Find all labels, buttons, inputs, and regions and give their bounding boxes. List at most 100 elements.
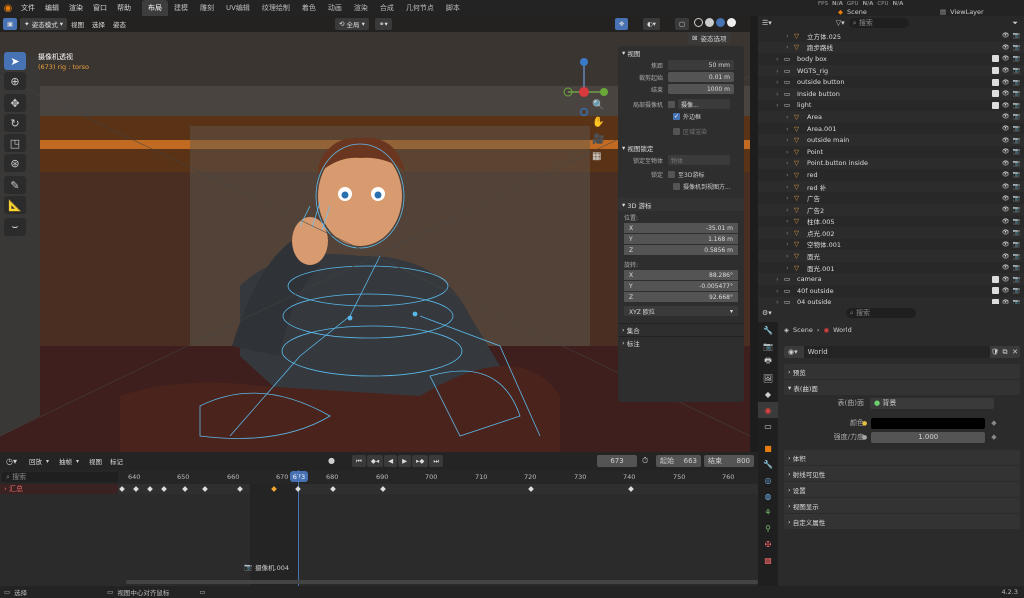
view-lock-section-header[interactable]: ▾ 视图锁定 [618,141,744,154]
measure-tool-icon[interactable]: 📐 [4,196,26,214]
outliner-search-input[interactable]: ⌕ 搜索 [848,18,909,28]
clock-icon[interactable]: ◷▾ [6,457,17,466]
3d-viewport[interactable]: ▣ ✦ 姿态模式 ▾ 视图 选择 姿态 ⟲ 全局 ▾ ⚭▾ ✥ ◐▾ ▢ ⊠ 姿… [0,16,750,452]
viewport-display-panel-header[interactable]: › 视图显示 [784,498,1020,513]
chevron-right-icon[interactable]: › [776,55,784,63]
camera-render-icon[interactable]: 📷 [1013,229,1020,236]
annotations-section-header[interactable]: › 标注 [618,336,744,349]
play-icon[interactable]: ▶ [398,455,412,467]
chevron-right-icon[interactable]: › [786,136,794,144]
eye-icon[interactable]: 👁 [1002,55,1010,62]
pose-options-button[interactable]: ⊠ 姿态选项 [688,32,731,44]
gizmo-toggle-icon[interactable]: ✥ [615,18,629,30]
eye-icon[interactable]: 👁 [1002,183,1010,190]
playhead-frame-badge[interactable]: 673 [290,471,308,482]
timeline-ruler[interactable]: ⌕ 搜索 640 650 660 670 680 690 700 710 720… [0,470,758,484]
local-camera-field[interactable]: 摄像... [678,99,730,109]
outliner-row[interactable]: › ▽ Point 👁 📷 [758,146,1024,158]
render-tab-icon[interactable]: 📷 [758,338,778,354]
view-section-header[interactable]: ▾ 视图 [618,46,744,59]
chevron-right-icon[interactable]: › [776,67,784,75]
chevron-right-icon[interactable]: › [776,78,784,86]
unlink-icon[interactable]: ✕ [1010,348,1020,356]
eye-icon[interactable]: 👁 [1002,229,1010,236]
outliner-row[interactable]: › ▽ Area 👁 📷 [758,111,1024,123]
tab-compositing[interactable]: 合成 [374,0,400,16]
bone-tab-icon[interactable]: ✠ [758,536,778,552]
pivot-icon[interactable]: ⚭▾ [375,18,392,30]
chevron-right-icon[interactable]: › [786,113,794,121]
outliner-row[interactable]: › ▽ 点光.002 👁 📷 [758,227,1024,239]
camera-render-icon[interactable]: 📷 [1013,253,1020,260]
cursor-rotation-x[interactable]: X 88.286° [624,270,738,281]
keyframe-dot-icon[interactable]: ◆ [991,433,996,441]
outliner-row[interactable]: › ▽ Point.button inside 👁 📷 [758,157,1024,170]
annotate-tool-icon[interactable]: ✎ [4,176,26,194]
camera-render-icon[interactable]: 📷 [1013,195,1020,202]
rendered-shading-icon[interactable] [727,18,736,27]
tool-tab-icon[interactable]: 🔧 [758,322,778,338]
duplicate-icon[interactable]: ⧉ [1000,348,1010,357]
xray-icon[interactable]: ▢ [675,18,690,30]
eye-icon[interactable]: 👁 [1002,241,1010,248]
cursor-section-header[interactable]: ▾ 3D 游标 [618,198,744,211]
next-keyframe-icon[interactable]: ▸◆ [412,455,429,467]
outliner-row[interactable]: › ▭ body box 👁 📷 [758,53,1024,65]
lock-camera-checkbox[interactable] [673,182,680,190]
eye-icon[interactable]: 👁 [1002,67,1010,74]
surface-panel-header[interactable]: ▾ 表(曲)面 [784,380,1020,395]
texture-tab-icon[interactable]: ▩ [758,552,778,568]
transform-tool-icon[interactable]: ⊛ [4,154,26,172]
menu-window[interactable]: 窗口 [88,3,112,13]
outliner-row[interactable]: › ▽ 面光.001 👁 📷 [758,262,1024,274]
eye-icon[interactable]: 👁 [1002,79,1010,86]
outliner-row[interactable]: › ▭ Inside button 👁 📷 [758,87,1024,100]
solid-shading-icon[interactable] [705,18,714,27]
tab-animation[interactable]: 动画 [322,0,348,16]
play-reverse-icon[interactable]: ◀ [384,455,398,467]
tab-sculpting[interactable]: 雕刻 [194,0,220,16]
cursor-location-y[interactable]: Y 1.168 m [624,234,738,245]
camera-render-icon[interactable]: 📷 [1013,160,1020,167]
overlay-toggle-icon[interactable]: ◐▾ [643,18,660,30]
chevron-right-icon[interactable]: › [776,101,784,109]
timeline-editor[interactable]: ◷▾ 回放 ▾ 抽帧 ▾ 视图 标记 ● ⏮ ◆◂ ◀ ▶ ▸◆ ⏭ 673 ⏱ 起… [0,452,758,586]
cursor-rotation-y[interactable]: Y -0.005477° [624,281,738,292]
outliner-row[interactable]: › ▽ red 补 👁 📷 [758,180,1024,193]
preview-panel-header[interactable]: › 预览 [784,364,1020,379]
move-tool-icon[interactable]: ✥ [4,94,26,112]
camera-render-icon[interactable]: 📷 [1013,32,1020,39]
camera-render-icon[interactable]: 📷 [1013,137,1020,144]
material-shading-icon[interactable] [716,18,725,27]
outliner-row[interactable]: › ▽ 广告2 👁 📷 [758,203,1024,216]
outliner-row[interactable]: › ▽ 立方体.025 👁 📷 [758,30,1024,42]
camera-render-icon[interactable]: 📷 [1013,79,1020,86]
collections-section-header[interactable]: › 集合 [618,323,744,336]
outliner-row[interactable]: › ▭ WGTS_rig 👁 📷 [758,64,1024,77]
outliner-editor-icon[interactable]: ☰▾ [762,19,772,27]
exclude-checkbox[interactable] [991,101,999,109]
eye-icon[interactable]: 👁 [1002,148,1010,155]
camera-render-icon[interactable]: 📷 [1013,264,1020,271]
world-datablock-selector[interactable]: ◉▾ World 🛡 ⧉ ✕ [784,346,1020,358]
chevron-right-icon[interactable]: › [776,275,784,283]
viewport-menu-view[interactable]: 视图 [67,19,88,29]
summary-channel[interactable]: › 汇总 [0,484,118,494]
jump-start-icon[interactable]: ⏮ [352,455,366,467]
timeline-search-input[interactable]: ⌕ 搜索 [2,472,118,482]
cursor-location-x[interactable]: X -35.01 m [624,223,738,234]
chevron-right-icon[interactable]: › [786,194,794,202]
chevron-right-icon[interactable]: › [776,287,784,295]
outliner-row[interactable]: › ▽ 跑步路线 👁 📷 [758,41,1024,54]
preview-range-icon[interactable]: ⏱ [642,456,648,466]
camera-render-icon[interactable]: 📷 [1013,90,1020,97]
socket-icon[interactable]: ● [862,420,867,427]
clip-start-field[interactable]: 0.01 m [668,72,734,82]
menu-render[interactable]: 渲染 [64,3,88,13]
eye-icon[interactable]: 👁 [1002,264,1010,271]
record-icon[interactable]: ● [328,456,335,465]
camera-render-icon[interactable]: 📷 [1013,287,1020,294]
camera-render-icon[interactable]: 📷 [1013,125,1020,132]
chevron-right-icon[interactable]: › [786,43,794,51]
socket-icon[interactable]: ● [862,434,867,441]
